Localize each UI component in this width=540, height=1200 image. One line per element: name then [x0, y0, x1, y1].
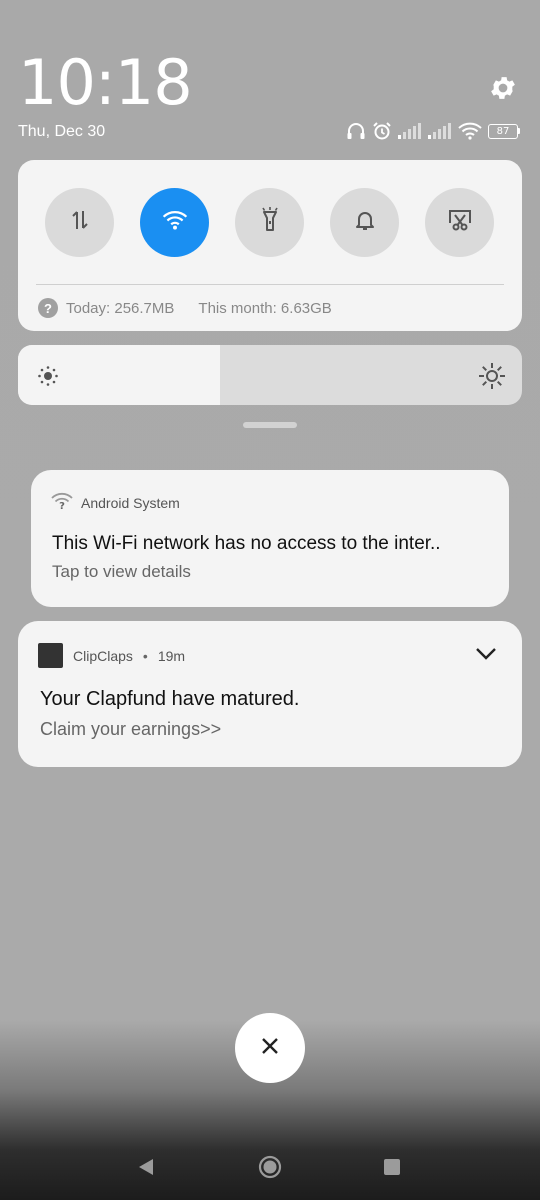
status-bar-icons: 87 — [346, 120, 520, 142]
alarm-icon — [372, 121, 392, 141]
bell-icon — [353, 208, 377, 237]
data-today: Today: 256.7MB — [66, 299, 175, 317]
flashlight-icon — [258, 207, 282, 238]
drag-handle[interactable] — [243, 422, 297, 428]
screenshot-toggle[interactable] — [425, 188, 494, 257]
notification-app-name: Android System — [81, 494, 180, 511]
help-icon: ? — [38, 298, 58, 318]
clock[interactable]: 10:18 — [18, 48, 193, 118]
nav-recents-button[interactable] — [384, 1159, 400, 1175]
settings-gear-icon[interactable] — [488, 73, 518, 103]
notification-text: Claim your earnings>> — [40, 719, 222, 739]
battery-level: 87 — [488, 123, 518, 139]
nav-home-button[interactable] — [258, 1155, 282, 1184]
notification-title: This Wi-Fi network has no access to the … — [52, 533, 441, 554]
notification-clipclaps[interactable]: ClipClaps • 19m Your Clapfund have matur… — [18, 621, 522, 767]
notification-text: Tap to view details — [52, 562, 191, 581]
wifi-status-icon — [458, 122, 482, 140]
separator-dot: • — [142, 647, 148, 664]
sound-toggle[interactable] — [330, 188, 399, 257]
data-month: This month: 6.63GB — [198, 299, 332, 317]
clipclaps-app-icon — [38, 643, 63, 668]
notification-android-system[interactable]: ? Android System This Wi-Fi network has … — [31, 470, 509, 607]
notification-title: Your Clapfund have matured. — [40, 688, 300, 710]
scissors-screen-icon — [447, 208, 473, 237]
svg-text:?: ? — [59, 501, 65, 510]
flashlight-toggle[interactable] — [235, 188, 304, 257]
brightness-slider[interactable] — [18, 345, 522, 405]
qs-divider — [36, 284, 504, 285]
notification-header: ? Android System — [51, 492, 180, 513]
wifi-question-icon: ? — [51, 492, 73, 513]
data-transfer-icon — [68, 208, 92, 237]
quick-settings-panel: ? Today: 256.7MB This month: 6.63GB — [18, 160, 522, 331]
nav-back-button[interactable] — [137, 1157, 155, 1182]
wifi-toggle[interactable] — [140, 188, 209, 257]
signal-sim1-icon — [398, 123, 422, 139]
brightness-high-icon — [478, 362, 506, 395]
notification-app-name: ClipClaps — [73, 647, 133, 664]
clear-all-button[interactable] — [235, 1013, 305, 1083]
notification-header: ClipClaps • 19m — [38, 643, 185, 668]
chevron-down-icon[interactable] — [474, 645, 498, 666]
date[interactable]: Thu, Dec 30 — [18, 123, 105, 141]
data-usage[interactable]: ? Today: 256.7MB This month: 6.63GB — [38, 298, 332, 318]
signal-sim2-icon — [428, 123, 452, 139]
mobile-data-toggle[interactable] — [45, 188, 114, 257]
brightness-low-icon — [37, 365, 59, 392]
close-icon — [260, 1036, 280, 1061]
notification-time: 19m — [157, 647, 186, 664]
battery-icon: 87 — [488, 123, 520, 139]
wifi-icon — [162, 209, 188, 236]
headset-icon — [346, 122, 366, 140]
